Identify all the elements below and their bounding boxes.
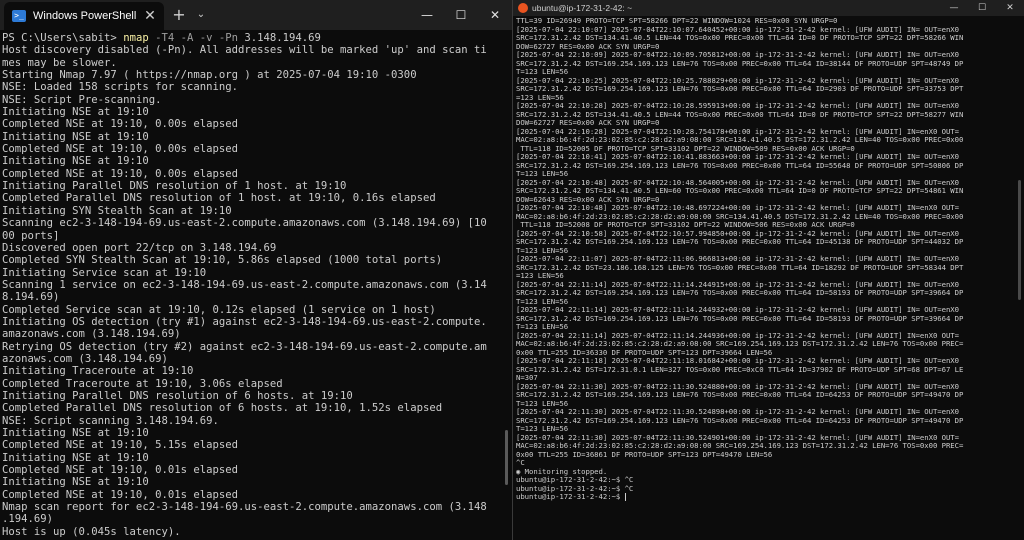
final-prompt: ubuntu@ip-172-31-2-42:~$ bbox=[516, 492, 625, 501]
window-title: ubuntu@ip-172-31-2-42: ~ bbox=[532, 3, 633, 13]
log-line: SRC=172.31.2.42 DST=169.254.169.123 LEN=… bbox=[516, 390, 964, 399]
chevron-down-icon[interactable]: ⌄ bbox=[192, 5, 210, 25]
output-line: Initiating Parallel DNS resolution of 6 … bbox=[2, 389, 353, 402]
ubuntu-terminal-window: ubuntu@ip-172-31-2-42: ~ — ☐ ✕ TTL=39 ID… bbox=[513, 0, 1024, 540]
output-line: Initiating Traceroute at 19:10 bbox=[2, 365, 194, 378]
title-bar[interactable]: ubuntu@ip-172-31-2-42: ~ — ☐ ✕ bbox=[513, 0, 1024, 16]
output-line: Completed Service scan at 19:10, 0.12s e… bbox=[2, 303, 436, 316]
output-line: Completed NSE at 19:10, 5.15s elapsed bbox=[2, 439, 238, 452]
output-line: Completed NSE at 19:10, 0.00s elapsed bbox=[2, 118, 238, 131]
command-name: nmap bbox=[123, 32, 149, 44]
output-line: Host discovery disabled (-Pn). All addre… bbox=[2, 44, 487, 57]
terminal-output[interactable]: TTL=39 ID=26949 PROTO=TCP SPT=58266 DPT=… bbox=[516, 17, 1014, 540]
output-line: Starting Nmap 7.97 ( https://nmap.org ) … bbox=[2, 69, 417, 82]
output-line: Nmap scan report for ec2-3-148-194-69.us… bbox=[2, 501, 487, 514]
output-line: Initiating NSE at 19:10 bbox=[2, 427, 149, 439]
log-line: SRC=172.31.2.42 DST=169.254.169.123 LEN=… bbox=[516, 415, 964, 425]
output-line: Initiating NSE at 19:10 bbox=[2, 106, 149, 119]
output-line: Scanning 1 service on ec2-3-148-194-69.u… bbox=[2, 278, 487, 291]
output-line: Completed NSE at 19:10, 0.01s elapsed bbox=[2, 464, 238, 477]
powershell-window: >_ Windows PowerShell ✕ + ⌄ — ☐ ✕ PS C:\… bbox=[0, 0, 512, 540]
log-lines: TTL=39 ID=26949 PROTO=TCP SPT=58266 DPT=… bbox=[516, 17, 963, 493]
tab-powershell[interactable]: >_ Windows PowerShell ✕ bbox=[4, 2, 164, 30]
output-line: Initiating SYN Stealth Scan at 19:10 bbox=[2, 204, 232, 217]
output-line: Scanning ec2-3-148-194-69.us-east-2.comp… bbox=[2, 217, 487, 230]
output-line: Completed NSE at 19:10, 0.00s elapsed bbox=[2, 167, 238, 180]
command-target: 3.148.194.69 bbox=[238, 32, 321, 44]
tab-title: Windows PowerShell bbox=[33, 10, 137, 22]
minimize-button[interactable]: — bbox=[410, 0, 444, 30]
output-lines: Host discovery disabled (-Pn). All addre… bbox=[2, 44, 487, 537]
scrollbar[interactable] bbox=[505, 430, 508, 485]
output-line: Completed SYN Stealth Scan at 19:10, 5.8… bbox=[2, 254, 443, 267]
close-button[interactable]: ✕ bbox=[478, 0, 512, 30]
output-line: mes may be slower. bbox=[2, 56, 117, 69]
scrollbar[interactable] bbox=[1018, 180, 1021, 300]
log-line: SRC=172.31.2.42 DST=169.254.169.123 LEN=… bbox=[516, 237, 964, 246]
maximize-button[interactable]: ☐ bbox=[968, 0, 996, 16]
output-line: NSE: Script scanning 3.148.194.69. bbox=[2, 414, 219, 427]
output-line: 00 ports] bbox=[2, 229, 60, 242]
log-line: SRC=172.31.2.42 DST=169.254.169.123 LEN=… bbox=[516, 288, 964, 297]
prompt: PS C:\Users\sabit> bbox=[2, 32, 124, 44]
output-line: 8.194.69) bbox=[2, 291, 60, 304]
output-line: NSE: Loaded 158 scripts for scanning. bbox=[2, 81, 238, 94]
log-line: SRC=172.31.2.42 DST=169.254.169.123 LEN=… bbox=[516, 160, 964, 170]
log-line: SRC=172.31.2.42 DST=169.254.169.123 LEN=… bbox=[516, 84, 964, 93]
output-line: Discovered open port 22/tcp on 3.148.194… bbox=[2, 241, 277, 254]
text-cursor bbox=[624, 493, 626, 501]
minimize-button[interactable]: — bbox=[940, 0, 968, 16]
output-line: Initiating NSE at 19:10 bbox=[2, 476, 149, 489]
output-line: azonaws.com (3.148.194.69) bbox=[2, 352, 168, 365]
output-line: .194.69) bbox=[2, 513, 54, 526]
output-line: Initiating NSE at 19:10 bbox=[2, 155, 149, 168]
output-line: Completed NSE at 19:10, 0.01s elapsed bbox=[2, 488, 238, 501]
output-line: Completed Traceroute at 19:10, 3.06s ela… bbox=[2, 377, 283, 390]
terminal-output[interactable]: PS C:\Users\sabit> nmap -T4 -A -v -Pn 3.… bbox=[2, 32, 502, 540]
log-line: SRC=172.31.2.42 DST=169.254.169.123 LEN=… bbox=[516, 58, 964, 68]
new-tab-button[interactable]: + bbox=[168, 5, 190, 25]
output-line: Initiating NSE at 19:10 bbox=[2, 451, 149, 464]
close-button[interactable]: ✕ bbox=[996, 0, 1024, 16]
log-line: SRC=172.31.2.42 DST=172.31.0.1 LEN=327 T… bbox=[516, 364, 964, 374]
output-line: amazonaws.com (3.148.194.69) bbox=[2, 328, 181, 341]
output-line: Retrying OS detection (try #2) against e… bbox=[2, 340, 487, 353]
output-line: Completed NSE at 19:10, 0.00s elapsed bbox=[2, 143, 238, 156]
output-line: Initiating Service scan at 19:10 bbox=[2, 266, 207, 279]
powershell-icon: >_ bbox=[12, 10, 26, 22]
command-flags: -T4 -A -v -Pn bbox=[148, 32, 238, 44]
output-line: Completed Parallel DNS resolution of 6 h… bbox=[2, 402, 443, 415]
title-bar[interactable]: >_ Windows PowerShell ✕ + ⌄ — ☐ ✕ bbox=[0, 0, 512, 30]
output-line: Initiating Parallel DNS resolution of 1 … bbox=[2, 180, 347, 193]
log-line: SRC=172.31.2.42 DST=169.254.169.123 LEN=… bbox=[516, 313, 964, 323]
log-line: 0x00 TTL=255 ID=36861 DF PROTO=UDP SPT=1… bbox=[516, 449, 773, 459]
log-line: SRC=172.31.2.42 DST=23.186.168.125 LEN=7… bbox=[516, 262, 964, 272]
ubuntu-icon bbox=[518, 3, 528, 13]
output-line: Completed Parallel DNS resolution of 1 h… bbox=[2, 192, 436, 205]
tab-close-icon[interactable]: ✕ bbox=[140, 6, 160, 26]
output-line: Host is up (0.045s latency). bbox=[2, 525, 181, 538]
output-line: Initiating NSE at 19:10 bbox=[2, 130, 149, 143]
output-line: Initiating OS detection (try #1) against… bbox=[2, 315, 487, 328]
output-line: NSE: Script Pre-scanning. bbox=[2, 93, 162, 106]
maximize-button[interactable]: ☐ bbox=[444, 0, 478, 30]
